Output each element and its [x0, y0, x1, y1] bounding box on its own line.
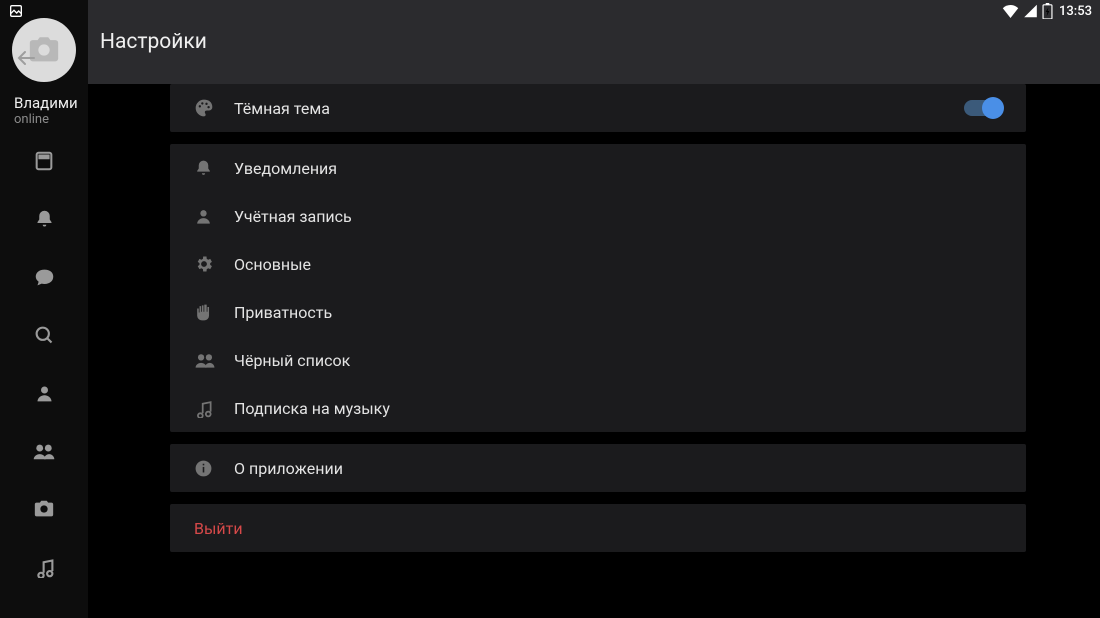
sidebar-item-notifications[interactable]	[0, 207, 88, 231]
sidebar-item-profile[interactable]	[0, 381, 88, 405]
settings-content: Тёмная тема Уведомления Учётная запись О…	[170, 84, 1026, 618]
row-about[interactable]: О приложении	[170, 444, 1026, 492]
group-logout: Выйти	[170, 504, 1026, 552]
dark-theme-toggle[interactable]	[964, 100, 1002, 116]
row-blacklist[interactable]: Чёрный список	[170, 336, 1026, 384]
blacklist-label: Чёрный список	[234, 351, 350, 370]
music-sub-label: Подписка на музыку	[234, 399, 390, 418]
logout-label: Выйти	[194, 519, 243, 538]
info-icon	[194, 459, 224, 478]
battery-charging-icon	[1042, 3, 1053, 19]
notifications-label: Уведомления	[234, 159, 337, 178]
row-notifications[interactable]: Уведомления	[170, 144, 1026, 192]
sidebar-item-messages[interactable]	[0, 265, 88, 289]
hand-icon	[194, 303, 224, 322]
screenshot-indicator-icon	[8, 3, 24, 19]
group-main: Уведомления Учётная запись Основные Прив…	[170, 144, 1026, 432]
cell-signal-icon	[1023, 4, 1038, 18]
row-music-sub[interactable]: Подписка на музыку	[170, 384, 1026, 432]
row-account[interactable]: Учётная запись	[170, 192, 1026, 240]
group-theme: Тёмная тема	[170, 84, 1026, 132]
wifi-icon	[1002, 4, 1019, 18]
sidebar-item-photos[interactable]	[0, 497, 88, 521]
palette-icon	[194, 98, 224, 118]
row-dark-theme[interactable]: Тёмная тема	[170, 84, 1026, 132]
privacy-label: Приватность	[234, 303, 332, 322]
group-icon	[194, 351, 224, 370]
sidebar-item-music[interactable]	[0, 555, 88, 579]
music-icon	[194, 399, 224, 418]
dark-theme-label: Тёмная тема	[234, 99, 330, 118]
general-label: Основные	[234, 255, 311, 274]
row-general[interactable]: Основные	[170, 240, 1026, 288]
back-button[interactable]	[14, 46, 38, 74]
person-icon	[194, 207, 224, 226]
gear-icon	[194, 254, 224, 274]
sidebar: Владими online	[0, 0, 88, 618]
status-time: 13:53	[1059, 4, 1092, 19]
user-name: Владими	[0, 94, 88, 112]
row-privacy[interactable]: Приватность	[170, 288, 1026, 336]
bell-icon	[194, 159, 224, 178]
group-about: О приложении	[170, 444, 1026, 492]
account-label: Учётная запись	[234, 207, 352, 226]
user-status: online	[0, 112, 88, 127]
sidebar-item-friends[interactable]	[0, 439, 88, 463]
page-title: Настройки	[100, 30, 207, 54]
status-bar: 13:53	[0, 0, 1100, 22]
sidebar-item-search[interactable]	[0, 323, 88, 347]
row-logout[interactable]: Выйти	[170, 504, 1026, 552]
about-label: О приложении	[234, 459, 343, 478]
sidebar-item-feed[interactable]	[0, 149, 88, 173]
